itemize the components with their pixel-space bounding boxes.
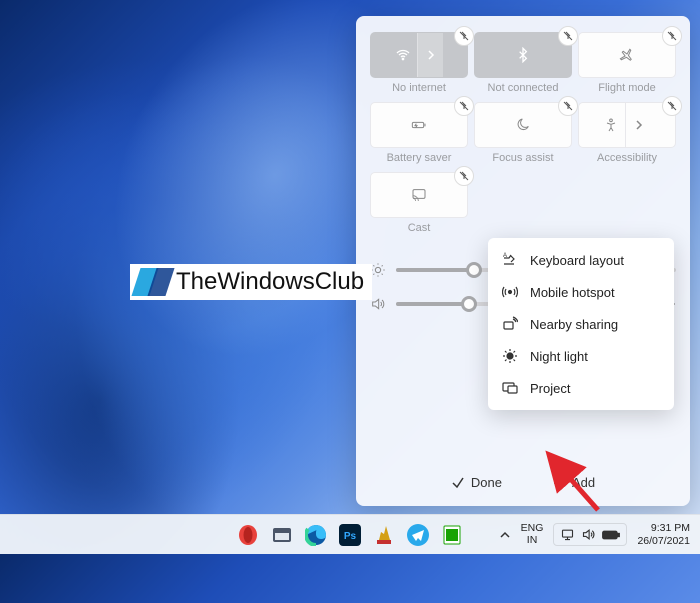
tray-overflow-icon[interactable] (499, 529, 511, 541)
battery-tray-icon (602, 529, 620, 541)
flight-mode-label: Flight mode (578, 82, 676, 94)
unpin-accessibility-button[interactable] (662, 96, 682, 116)
telegram-app-icon[interactable] (404, 521, 432, 549)
moon-icon (515, 117, 531, 133)
accessibility-label: Accessibility (578, 152, 676, 164)
battery-saver-tile[interactable] (370, 102, 468, 148)
watermark-overlay: TheWindowsClub (130, 264, 372, 300)
taskbar-pinned-apps: Ps (234, 521, 466, 549)
quick-settings-tiles: No internet Not connected Flight mode Ba… (370, 32, 676, 234)
night-light-icon (502, 348, 518, 364)
menu-item-label: Mobile hotspot (530, 285, 615, 300)
accessibility-tile[interactable] (578, 102, 676, 148)
wifi-label: No internet (370, 82, 468, 94)
cast-tile[interactable] (370, 172, 468, 218)
app-icon[interactable] (268, 521, 296, 549)
svg-text:A: A (503, 253, 507, 259)
quick-settings-footer: Done Add (356, 469, 690, 496)
unpin-bluetooth-button[interactable] (558, 26, 578, 46)
watermark-logo-icon (134, 268, 170, 296)
flight-mode-tile[interactable] (578, 32, 676, 78)
libreoffice-app-icon[interactable] (438, 521, 466, 549)
svg-text:Ps: Ps (344, 531, 357, 542)
quick-settings-panel: No internet Not connected Flight mode Ba… (356, 16, 690, 506)
plus-icon (552, 476, 566, 490)
project-icon (502, 380, 518, 396)
ccleaner-app-icon[interactable] (370, 521, 398, 549)
add-item-mobile-hotspot[interactable]: Mobile hotspot (488, 276, 674, 308)
battery-saver-icon (411, 117, 427, 133)
photoshop-app-icon[interactable]: Ps (336, 521, 364, 549)
done-label: Done (471, 475, 502, 490)
add-label: Add (572, 475, 595, 490)
taskbar-clock[interactable]: 9:31 PM 26/07/2021 (637, 522, 690, 546)
watermark-text: TheWindowsClub (176, 268, 364, 296)
edge-app-icon[interactable] (302, 521, 330, 549)
accessibility-icon (603, 117, 619, 133)
bluetooth-label: Not connected (474, 82, 572, 94)
volume-tray-icon (581, 527, 596, 542)
unpin-wifi-button[interactable] (454, 26, 474, 46)
menu-item-label: Night light (530, 349, 588, 364)
mobile-hotspot-icon (502, 284, 518, 300)
cast-label: Cast (370, 222, 468, 234)
brightness-icon (370, 262, 386, 278)
check-icon (451, 476, 465, 490)
cast-icon (411, 187, 427, 203)
unpin-cast-button[interactable] (454, 166, 474, 186)
taskbar: Ps ENG IN 9:31 PM 26/07/2021 (0, 514, 700, 554)
focus-assist-tile[interactable] (474, 102, 572, 148)
add-item-project[interactable]: Project (488, 372, 674, 404)
menu-item-label: Keyboard layout (530, 253, 624, 268)
add-item-nearby-sharing[interactable]: Nearby sharing (488, 308, 674, 340)
bluetooth-tile[interactable] (474, 32, 572, 78)
done-button[interactable]: Done (441, 469, 512, 496)
unpin-battery-saver-button[interactable] (454, 96, 474, 116)
accessibility-expand-button[interactable] (625, 103, 651, 147)
unpin-focus-assist-button[interactable] (558, 96, 578, 116)
menu-item-label: Nearby sharing (530, 317, 618, 332)
volume-icon (370, 296, 386, 312)
wifi-tile[interactable] (370, 32, 468, 78)
menu-item-label: Project (530, 381, 570, 396)
language-indicator[interactable]: ENG IN (521, 523, 544, 546)
add-menu-popup: A Keyboard layout Mobile hotspot Nearby … (488, 238, 674, 410)
add-item-keyboard-layout[interactable]: A Keyboard layout (488, 244, 674, 276)
system-tray-group[interactable] (553, 523, 627, 546)
wifi-icon (395, 47, 411, 63)
battery-saver-label: Battery saver (370, 152, 468, 164)
bluetooth-icon (515, 47, 531, 63)
focus-assist-label: Focus assist (474, 152, 572, 164)
network-tray-icon (560, 527, 575, 542)
taskbar-system-tray: ENG IN 9:31 PM 26/07/2021 (499, 522, 690, 546)
airplane-icon (619, 47, 635, 63)
nearby-sharing-icon (502, 316, 518, 332)
wifi-expand-button[interactable] (417, 33, 443, 77)
add-item-night-light[interactable]: Night light (488, 340, 674, 372)
unpin-flight-mode-button[interactable] (662, 26, 682, 46)
opera-app-icon[interactable] (234, 521, 262, 549)
keyboard-layout-icon: A (502, 252, 518, 268)
add-button[interactable]: Add (542, 469, 605, 496)
